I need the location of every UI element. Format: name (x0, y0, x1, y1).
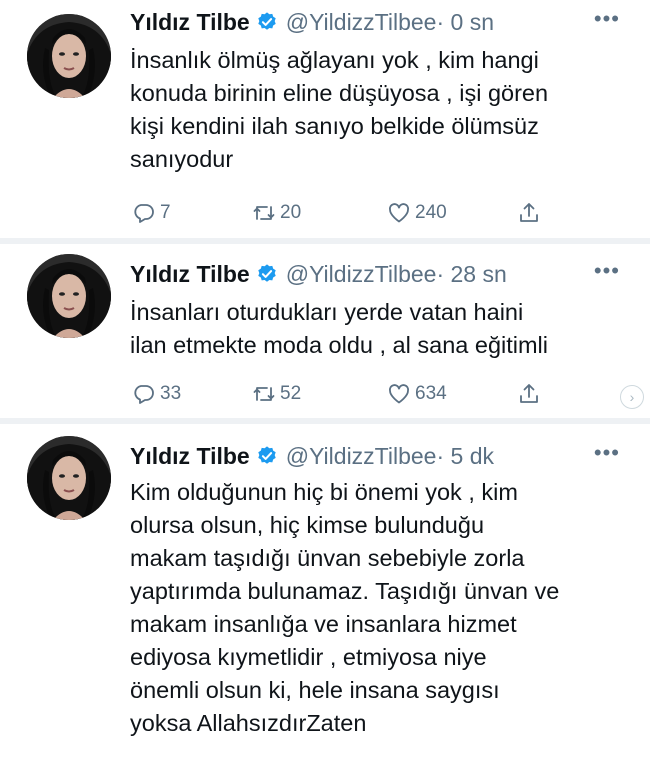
display-name[interactable]: Yıldız Tilbe (130, 9, 250, 36)
tweet[interactable]: Yıldız Tilbe @YildizzTilbee · 0 sn ••• İ… (0, 0, 650, 238)
action-bar: 33 52 634 (132, 379, 552, 409)
more-icon[interactable]: ••• (594, 258, 620, 284)
heart-icon (387, 382, 411, 406)
retweet-button[interactable]: 52 (252, 382, 301, 406)
scroll-next-icon[interactable]: › (620, 385, 644, 409)
retweet-count: 20 (280, 202, 302, 223)
retweet-count: 52 (280, 383, 302, 404)
heart-icon (387, 201, 411, 225)
reply-icon (132, 382, 156, 406)
more-icon[interactable]: ••• (594, 440, 620, 466)
display-name[interactable]: Yıldız Tilbe (130, 443, 250, 470)
verified-badge-icon (256, 263, 278, 285)
verified-badge-icon (256, 11, 278, 33)
share-icon (517, 201, 541, 225)
tweet-text: İnsanları oturdukları yerde vatan haini … (130, 299, 548, 358)
action-bar: 7 20 240 (132, 198, 552, 228)
retweet-button[interactable]: 20 (252, 201, 301, 225)
share-button[interactable] (517, 382, 541, 406)
more-icon[interactable]: ••• (594, 6, 620, 32)
timestamp[interactable]: · 28 sn (436, 261, 506, 288)
tweet[interactable]: Yıldız Tilbe @YildizzTilbee · 5 dk ••• K… (0, 424, 650, 766)
reply-icon (132, 201, 156, 225)
reply-count: 7 (160, 202, 171, 223)
timestamp[interactable]: · 5 dk (436, 443, 494, 470)
timestamp[interactable]: · 0 sn (436, 9, 494, 36)
reply-button[interactable]: 7 (132, 201, 171, 225)
reply-button[interactable]: 33 (132, 382, 181, 406)
avatar[interactable] (27, 14, 111, 98)
tweet-header: Yıldız Tilbe @YildizzTilbee · 5 dk ••• (130, 438, 620, 474)
user-handle[interactable]: @YildizzTilbee (286, 261, 437, 288)
tweet-text: İnsanlık ölmüş ağlayanı yok , kim hangi … (130, 47, 549, 172)
user-handle[interactable]: @YildizzTilbee (286, 443, 437, 470)
share-icon (517, 382, 541, 406)
like-count: 634 (415, 383, 447, 404)
tweet-text: Kim olduğunun hiç bi önemi yok , kim olu… (130, 479, 560, 736)
like-button[interactable]: 634 (387, 382, 447, 406)
avatar[interactable] (27, 254, 111, 338)
reply-count: 33 (160, 383, 182, 404)
tweet[interactable]: Yıldız Tilbe @YildizzTilbee · 28 sn ••• … (0, 240, 650, 420)
display-name[interactable]: Yıldız Tilbe (130, 261, 250, 288)
retweet-icon (252, 382, 276, 406)
tweet-header: Yıldız Tilbe @YildizzTilbee · 0 sn ••• (130, 4, 620, 40)
avatar[interactable] (27, 436, 111, 520)
like-button[interactable]: 240 (387, 201, 447, 225)
share-button[interactable] (517, 201, 541, 225)
user-handle[interactable]: @YildizzTilbee (286, 9, 437, 36)
tweet-header: Yıldız Tilbe @YildizzTilbee · 28 sn ••• (130, 256, 620, 292)
like-count: 240 (415, 202, 447, 223)
verified-badge-icon (256, 445, 278, 467)
retweet-icon (252, 201, 276, 225)
